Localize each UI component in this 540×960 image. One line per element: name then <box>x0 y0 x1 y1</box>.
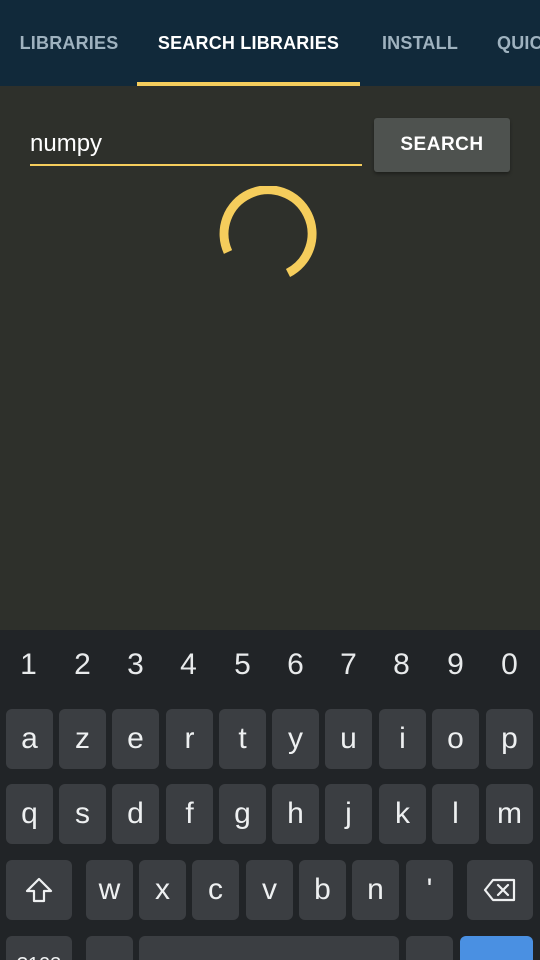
tab-libraries[interactable]: LIBRARIES <box>18 0 120 86</box>
key-y[interactable]: y <box>272 709 319 769</box>
enter-key[interactable] <box>460 936 533 960</box>
soft-keyboard: 1 2 3 4 5 6 7 8 9 0 a z e r t y u i o p … <box>0 630 540 960</box>
key-b[interactable]: b <box>299 860 346 920</box>
key-2[interactable]: 2 <box>56 630 109 700</box>
loading-spinner <box>218 185 322 286</box>
key-7[interactable]: 7 <box>322 630 375 700</box>
tab-install[interactable]: INSTALL <box>378 0 462 86</box>
backspace-key[interactable] <box>467 860 533 920</box>
key-s[interactable]: s <box>59 784 106 844</box>
backspace-icon <box>483 878 516 902</box>
key-o[interactable]: o <box>432 709 479 769</box>
key-8[interactable]: 8 <box>375 630 428 700</box>
key-x[interactable]: x <box>139 860 186 920</box>
keyboard-number-row: 1 2 3 4 5 6 7 8 9 0 <box>0 630 540 700</box>
shift-icon <box>25 877 53 903</box>
search-button[interactable]: SEARCH <box>374 118 510 172</box>
key-0[interactable]: 0 <box>483 630 536 700</box>
key-a[interactable]: a <box>6 709 53 769</box>
key-9[interactable]: 9 <box>429 630 482 700</box>
key-3[interactable]: 3 <box>109 630 162 700</box>
symbols-key[interactable]: ?123 <box>6 936 72 960</box>
key-j[interactable]: j <box>325 784 372 844</box>
key-v[interactable]: v <box>246 860 293 920</box>
key-p[interactable]: p <box>486 709 533 769</box>
key-i[interactable]: i <box>379 709 426 769</box>
key-m[interactable]: m <box>486 784 533 844</box>
comma-key[interactable] <box>86 936 133 960</box>
tab-bar: LIBRARIES SEARCH LIBRARIES INSTALL QUIC <box>0 0 540 86</box>
key-6[interactable]: 6 <box>269 630 322 700</box>
tab-search-libraries[interactable]: SEARCH LIBRARIES <box>137 0 360 86</box>
key-1[interactable]: 1 <box>2 630 55 700</box>
key-n[interactable]: n <box>352 860 399 920</box>
key-g[interactable]: g <box>219 784 266 844</box>
key-l[interactable]: l <box>432 784 479 844</box>
key-z[interactable]: z <box>59 709 106 769</box>
key-h[interactable]: h <box>272 784 319 844</box>
key-4[interactable]: 4 <box>162 630 215 700</box>
period-key[interactable] <box>406 936 453 960</box>
key-r[interactable]: r <box>166 709 213 769</box>
space-key[interactable] <box>139 936 399 960</box>
key-c[interactable]: c <box>192 860 239 920</box>
search-field[interactable] <box>30 120 362 166</box>
key-apostrophe[interactable]: ' <box>406 860 453 920</box>
spinner-icon <box>219 185 317 278</box>
app-screen: LIBRARIES SEARCH LIBRARIES INSTALL QUIC … <box>0 0 540 960</box>
key-d[interactable]: d <box>112 784 159 844</box>
key-t[interactable]: t <box>219 709 266 769</box>
search-input[interactable] <box>30 124 360 164</box>
key-5[interactable]: 5 <box>216 630 269 700</box>
active-tab-indicator <box>137 82 360 86</box>
shift-key[interactable] <box>6 860 72 920</box>
tab-quick[interactable]: QUIC <box>497 0 540 86</box>
key-f[interactable]: f <box>166 784 213 844</box>
key-k[interactable]: k <box>379 784 426 844</box>
key-e[interactable]: e <box>112 709 159 769</box>
key-q[interactable]: q <box>6 784 53 844</box>
key-u[interactable]: u <box>325 709 372 769</box>
key-w[interactable]: w <box>86 860 133 920</box>
